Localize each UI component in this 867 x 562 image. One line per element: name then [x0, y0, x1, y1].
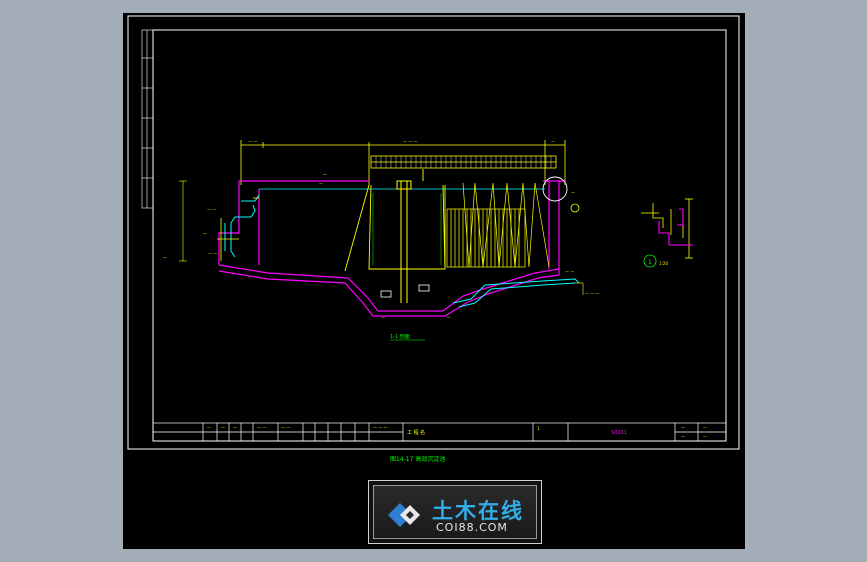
detail-walls	[658, 208, 693, 246]
inlet-pipe-yellow	[217, 197, 259, 261]
svg-text:—: —	[447, 315, 451, 320]
svg-text:— —: — —	[257, 425, 266, 430]
svg-text:—: —	[207, 425, 211, 430]
svg-text:—: —	[681, 434, 685, 439]
detail-number: 1	[648, 259, 652, 266]
top-dimension-text: — — — — — —	[248, 139, 555, 144]
svg-text:—: —	[381, 315, 385, 320]
detail-drawing	[641, 198, 693, 259]
svg-text:—: —	[221, 425, 225, 430]
svg-text:—: —	[163, 255, 167, 260]
detail-scale: 1:20	[659, 261, 668, 266]
watermark-domain: COI88.COM	[436, 521, 508, 534]
cad-viewport[interactable]: — — — — — — — — — — 1 — — — — 工 程 名 S0201 — —…	[123, 13, 745, 549]
draft-tube	[344, 169, 446, 272]
svg-text:1: 1	[537, 426, 540, 431]
svg-text:— —: — —	[565, 269, 574, 274]
title-cell-text: 工 程 名	[407, 429, 425, 436]
svg-text:—: —	[203, 231, 207, 236]
svg-text:—: —	[681, 425, 685, 430]
svg-text:—: —	[233, 425, 237, 430]
top-dimensions	[240, 140, 566, 185]
center-shaft	[396, 180, 412, 303]
svg-text:— — —: — — —	[373, 425, 388, 430]
svg-text:—: —	[703, 425, 707, 430]
svg-text:—: —	[703, 434, 707, 439]
pipe-fittings	[380, 284, 430, 298]
inlet-pipes	[224, 194, 260, 258]
note-text: — — — — — — — — — — — — —	[163, 207, 600, 320]
svg-text:— — —: — — —	[403, 139, 418, 144]
svg-text:— —: — —	[248, 139, 257, 144]
diamond-logo-icon	[388, 503, 420, 527]
svg-text:— —: — —	[207, 207, 216, 212]
svg-text:—: —	[319, 181, 323, 186]
left-margin-table	[141, 29, 154, 209]
drawing-frame	[152, 29, 727, 442]
cad-drawing: — — — — — — — — — — 1 — — — — 工 程 名 S0201 — —…	[127, 15, 740, 463]
svg-text:— —: — —	[208, 251, 217, 256]
sheet-caption: 图14-17 高效沉淀池	[390, 455, 445, 463]
svg-text:—: —	[323, 172, 327, 177]
watermark-logo-inner: 土木在线 COI88.COM	[373, 485, 537, 539]
walkway	[370, 155, 557, 169]
section-marker	[570, 203, 580, 213]
title-block	[152, 422, 727, 442]
drawing-number: S0201	[611, 430, 627, 436]
svg-text:—: —	[571, 190, 575, 195]
svg-text:— — —: — — —	[585, 291, 600, 296]
section-label: 1-1 剖面	[390, 333, 410, 340]
watermark-logo: 土木在线 COI88.COM	[368, 480, 542, 544]
tube-settler	[446, 182, 550, 268]
svg-text:— —: — —	[281, 425, 290, 430]
notes	[179, 180, 584, 295]
svg-text:—: —	[551, 139, 555, 144]
